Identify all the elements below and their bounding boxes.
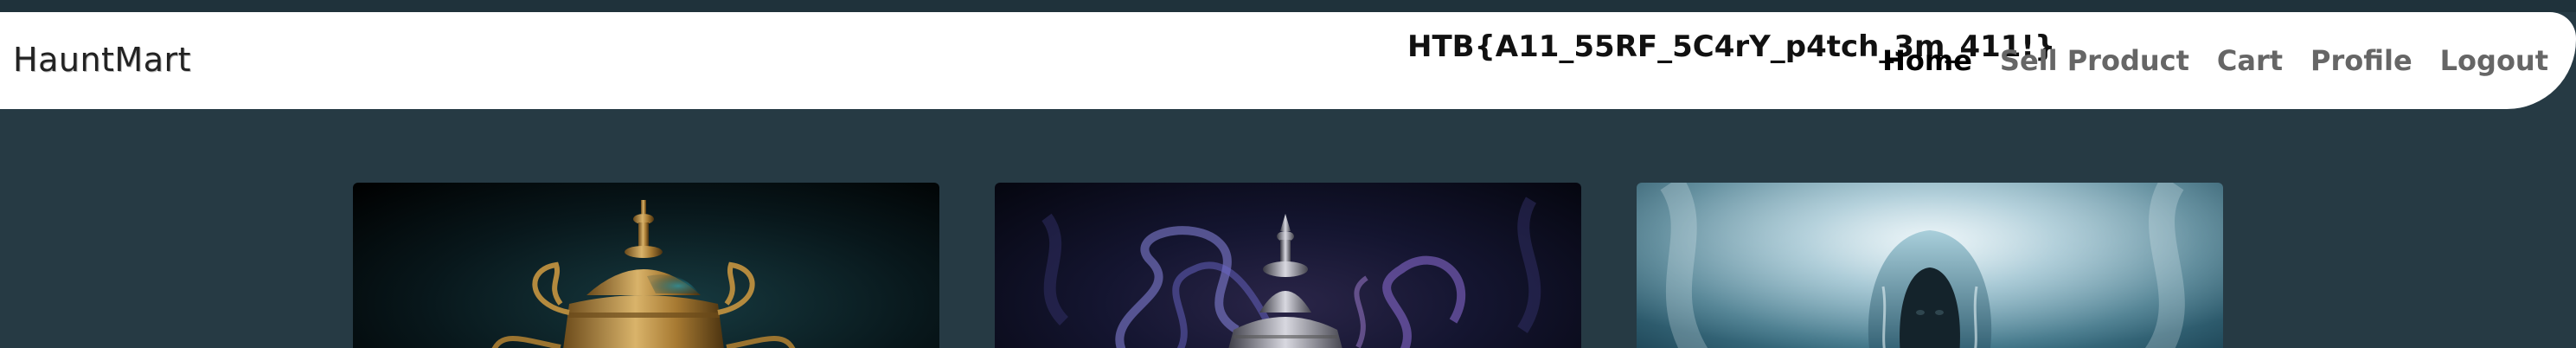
nav-profile[interactable]: Profile [2310,44,2413,77]
page: HauntMart HTB{A11_55RF_5C4rY_p4tch_3m_41… [0,0,2576,348]
product-grid [353,183,2223,348]
nav-cart[interactable]: Cart [2217,44,2283,77]
product-card-1[interactable] [353,183,939,348]
hooded-ghost-image [1637,183,2223,348]
nav-links: Home Sell Product Cart Profile Logout [1882,44,2548,77]
top-strip [0,0,2576,12]
product-card-2[interactable] [995,183,1581,348]
nav-sell-product[interactable]: Sell Product [2000,44,2189,77]
nav-logout[interactable]: Logout [2440,44,2548,77]
product-card-3[interactable] [1637,183,2223,348]
brand-logo[interactable]: HauntMart [13,41,191,79]
golden-lamp-image [491,200,796,348]
nav-home[interactable]: Home [1882,44,1972,77]
navbar: HauntMart HTB{A11_55RF_5C4rY_p4tch_3m_41… [0,12,2576,109]
silver-urn-smoke-image [1041,197,1541,348]
